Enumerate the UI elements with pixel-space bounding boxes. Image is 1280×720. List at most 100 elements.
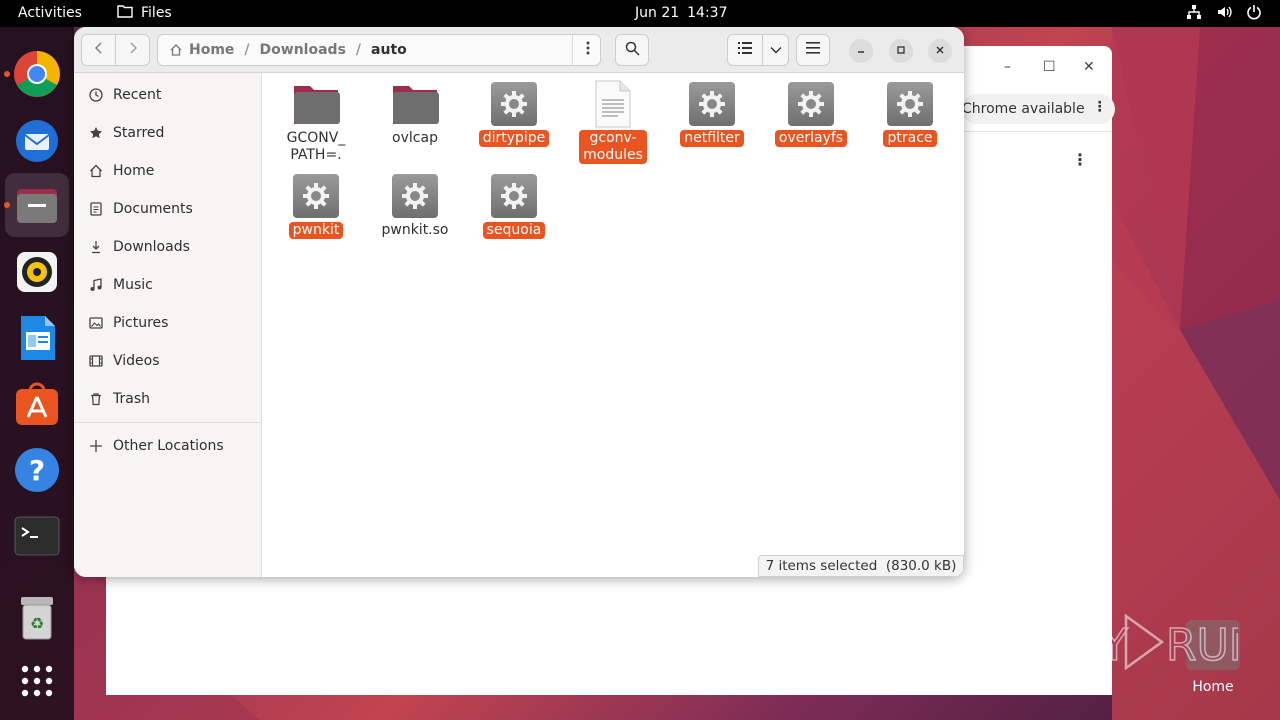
path-menu-button[interactable] [572,35,602,65]
file-item[interactable]: GCONV_ PATH=. [270,80,362,164]
executable-gear-icon [787,80,835,128]
breadcrumb-home[interactable]: Home [189,42,234,58]
sidebar-item-label: Downloads [113,239,190,255]
chrome-icon[interactable] [13,50,61,98]
sidebar-item-label: Other Locations [113,438,224,454]
executable-gear-icon [688,80,736,128]
files-dock-icon[interactable] [5,173,69,237]
file-grid: GCONV_ PATH=. ovlcap dirtypipe gconv- mo… [263,73,964,577]
file-name: dirtypipe [478,130,550,147]
file-name: sequoia [482,222,546,239]
sidebar-item-label: Home [113,163,155,179]
sidebar-item-other-locations[interactable]: Other Locations [74,427,262,465]
star-icon [88,125,104,141]
rhythmbox-icon[interactable] [13,248,61,296]
clock-icon [88,87,104,103]
system-menu[interactable] [1186,4,1262,20]
watermark-logo: ANY RUN [1037,610,1262,678]
file-item[interactable]: dirtypipe [468,80,560,147]
search-button[interactable] [615,34,649,66]
document-icon [88,201,104,217]
file-item[interactable]: pwnkit.so [369,172,461,239]
file-item[interactable]: pwnkit [270,172,362,239]
svg-text:ANY: ANY [1038,620,1128,671]
clock[interactable]: Jun 21 14:37 [635,5,728,21]
main-menu-button[interactable] [796,34,830,66]
files-window[interactable]: Home / Downloads / auto Recent Starred H… [74,27,964,577]
divider [962,131,1112,132]
clock-time: 14:37 [687,5,728,21]
folder-icon [292,80,340,128]
chrome-maximize-button[interactable]: ☐ [1043,59,1056,75]
sidebar-item-videos[interactable]: Videos [74,342,262,380]
breadcrumb-auto[interactable]: auto [371,42,407,58]
breadcrumb: Home / Downloads / auto [157,34,601,66]
sidebar-item-music[interactable]: Music [74,266,262,304]
app-menu[interactable]: Files [117,4,172,22]
sidebar-item-starred[interactable]: Starred [74,114,262,152]
sidebar-item-trash[interactable]: Trash [74,380,262,418]
svg-text:RUN: RUN [1166,620,1238,671]
file-item[interactable]: ovlcap [369,80,461,147]
forward-button[interactable] [115,34,150,66]
view-toggle-button[interactable] [727,34,763,66]
sidebar-item-pictures[interactable]: Pictures [74,304,262,342]
power-icon [1246,4,1262,20]
sidebar-item-label: Starred [113,125,165,141]
file-name: ovlcap [392,130,438,146]
header-bar: Home / Downloads / auto [74,27,964,73]
activities-button[interactable]: Activities [18,5,82,21]
breadcrumb-separator: / [244,42,250,58]
svg-text:?: ? [29,454,45,487]
minimize-icon [856,45,866,58]
dock: ? ♻ [0,27,74,720]
chrome-available-notice[interactable]: Chrome available ⋮ [962,94,1115,124]
terminal-icon[interactable] [13,512,61,560]
sidebar-item-home[interactable]: Home [74,152,262,190]
executable-gear-icon [391,172,439,220]
executable-gear-icon [292,172,340,220]
help-icon[interactable]: ? [13,446,61,494]
chrome-menu-icon[interactable]: ⋮ [1072,150,1088,169]
sidebar-item-recent[interactable]: Recent [74,76,262,114]
sidebar-item-downloads[interactable]: Downloads [74,228,262,266]
maximize-button[interactable] [889,39,913,63]
desktop-home-label: Home [1192,679,1234,695]
sidebar-item-label: Videos [113,353,160,369]
file-item[interactable]: gconv- modules [567,80,659,164]
folder-icon [391,80,439,128]
maximize-icon [896,45,906,58]
app-menu-label: Files [141,5,172,21]
search-icon [625,41,640,60]
more-vert-icon: ⋮ [1092,99,1107,115]
network-icon [1186,4,1202,20]
file-name: overlayfs [774,130,848,147]
file-item[interactable]: netfilter [666,80,758,147]
sidebar-item-documents[interactable]: Documents [74,190,262,228]
file-item[interactable]: overlayfs [765,80,857,147]
breadcrumb-downloads[interactable]: Downloads [260,42,346,58]
chrome-minimize-button[interactable]: – [1004,59,1011,75]
svg-text:♻: ♻ [30,614,44,633]
file-name: ptrace [883,130,937,147]
music-icon [88,277,104,293]
libreoffice-writer-icon[interactable] [13,314,61,362]
chrome-close-button[interactable]: ✕ [1083,59,1095,75]
view-options-button[interactable] [762,34,789,66]
file-item[interactable]: ptrace [864,80,956,147]
chevron-down-icon [770,42,782,58]
back-button[interactable] [81,34,116,66]
trash-dock-icon[interactable]: ♻ [13,594,61,642]
file-name: pwnkit [288,222,344,239]
places-sidebar: Recent Starred Home Documents Downloads … [74,73,262,577]
sidebar-item-label: Music [113,277,153,293]
clock-date: Jun 21 [635,5,680,21]
home-icon [169,43,183,57]
show-applications-icon[interactable] [13,657,61,705]
close-button[interactable] [928,39,952,63]
file-item[interactable]: sequoia [468,172,560,239]
thunderbird-icon[interactable] [13,116,61,164]
minimize-button[interactable] [849,39,873,63]
running-indicator [4,71,10,77]
ubuntu-software-icon[interactable] [13,380,61,428]
